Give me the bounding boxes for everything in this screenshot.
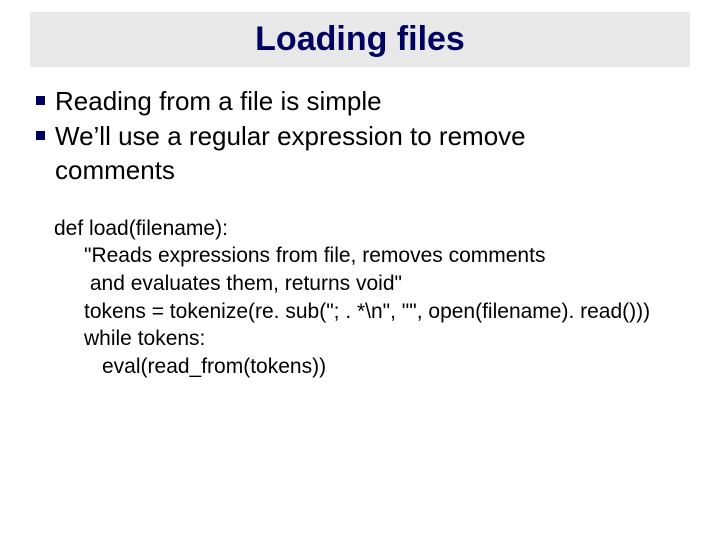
bullet-text: Reading from a file is simple: [55, 85, 382, 118]
code-block: def load(filename): "Reads expressions f…: [54, 215, 690, 381]
bullet-icon: [36, 96, 45, 105]
code-line: and evaluates them, returns void": [54, 270, 690, 298]
slide: Loading files Reading from a file is sim…: [0, 12, 720, 552]
bullet-text-continuation: comments: [55, 154, 690, 187]
bullet-icon: [36, 131, 45, 140]
title-bar: Loading files: [30, 12, 690, 67]
bullet-text: We’ll use a regular expression to remove: [55, 120, 526, 153]
code-line: def load(filename):: [54, 215, 690, 243]
bullet-item: Reading from a file is simple: [36, 85, 690, 118]
code-line: while tokens:: [54, 325, 690, 353]
code-line: tokens = tokenize(re. sub("; . *\n", "",…: [54, 298, 690, 326]
bullet-item: We’ll use a regular expression to remove: [36, 120, 690, 153]
code-line: eval(read_from(tokens)): [54, 353, 690, 381]
code-line: "Reads expressions from file, removes co…: [54, 242, 690, 270]
bullet-list: Reading from a file is simple We’ll use …: [36, 85, 690, 187]
slide-title: Loading files: [30, 20, 690, 59]
